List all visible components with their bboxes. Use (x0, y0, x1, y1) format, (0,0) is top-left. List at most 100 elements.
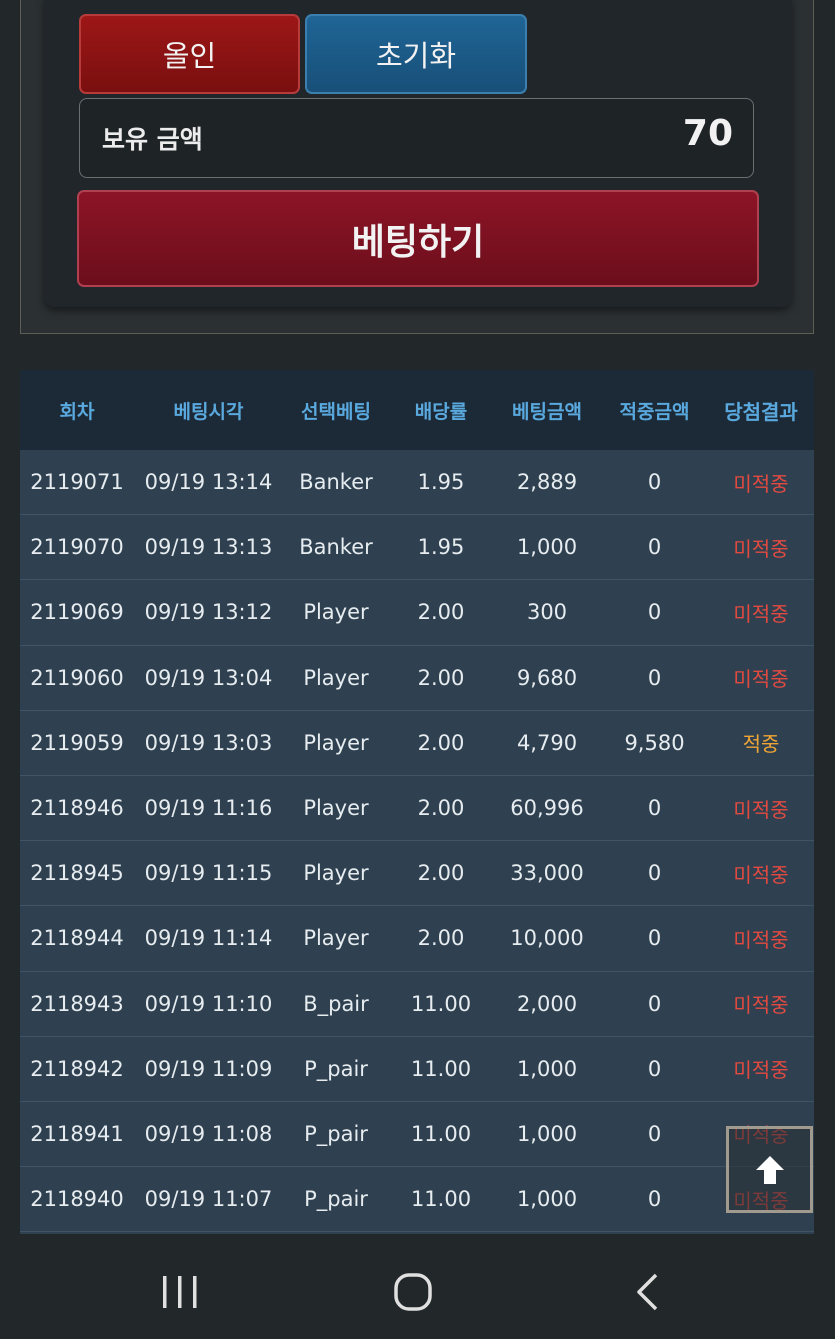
cell-result: 적중 (742, 732, 780, 757)
cell-selection: Player (303, 600, 369, 625)
cell-win-amount: 0 (647, 1187, 662, 1212)
reset-button[interactable]: 초기화 (305, 14, 527, 94)
cell-bet-amount: 33,000 (510, 861, 584, 886)
home-button[interactable] (383, 1262, 443, 1322)
cell-odds: 1.95 (417, 470, 465, 495)
scroll-to-top-button[interactable] (726, 1126, 813, 1213)
back-button[interactable] (618, 1262, 678, 1322)
cell-round: 2119069 (30, 600, 124, 625)
cell-bet-time: 09/19 11:09 (144, 1056, 273, 1081)
cell-selection: B_pair (303, 991, 369, 1016)
cell-round: 2118945 (30, 861, 124, 886)
cell-win-amount: 0 (647, 535, 662, 560)
cell-odds: 11.00 (410, 1121, 472, 1146)
header-bet-time: 베팅시각 (173, 400, 244, 423)
cell-odds: 2.00 (417, 926, 465, 951)
header-bet-amount: 베팅금액 (512, 400, 582, 423)
table-row: 2118945 09/19 11:15 Player 2.00 33,000 0 미적중 (20, 841, 814, 907)
cell-selection: Banker (299, 470, 373, 495)
cell-odds: 2.00 (417, 730, 465, 755)
cell-bet-time: 09/19 11:08 (144, 1121, 273, 1146)
cell-result: 미적중 (733, 1058, 789, 1083)
cell-result: 미적중 (733, 601, 789, 626)
cell-odds: 11.00 (410, 1187, 472, 1212)
cell-win-amount: 0 (647, 600, 662, 625)
table-row: 2119069 09/19 13:12 Player 2.00 300 0 미적중 (20, 580, 814, 646)
cell-win-amount: 0 (647, 665, 662, 690)
table-row: 2119060 09/19 13:04 Player 2.00 9,680 0 미적중 (20, 646, 814, 711)
betting-controls: 올인 초기화 보유 금액 70 베팅하기 (44, 0, 792, 307)
cell-bet-amount: 2,889 (516, 470, 578, 495)
cell-odds: 11.00 (410, 1056, 472, 1081)
header-odds: 배당률 (414, 400, 468, 423)
table-row: 2119070 09/19 13:13 Banker 1.95 1,000 0 미적중 (20, 515, 814, 581)
recent-apps-button[interactable] (150, 1262, 210, 1322)
cell-selection: Player (303, 796, 369, 821)
cell-round: 2118941 (30, 1121, 124, 1146)
cell-selection: Player (303, 926, 369, 951)
cell-bet-time: 09/19 13:14 (144, 470, 273, 495)
place-bet-button[interactable]: 베팅하기 (77, 190, 759, 287)
cell-result: 미적중 (733, 536, 789, 561)
cell-selection: P_pair (304, 1187, 368, 1212)
cell-round: 2118940 (30, 1187, 124, 1212)
cell-result: 미적중 (733, 471, 789, 496)
cell-selection: P_pair (304, 1121, 368, 1146)
cell-odds: 2.00 (417, 861, 465, 886)
cell-bet-amount: 1,000 (516, 1056, 578, 1081)
cell-bet-time: 09/19 13:12 (144, 600, 273, 625)
cell-odds: 11.00 (410, 991, 472, 1016)
cell-win-amount: 0 (647, 796, 662, 821)
header-selection: 선택베팅 (301, 400, 371, 423)
cell-win-amount: 0 (647, 1121, 662, 1146)
recent-apps-icon (163, 1276, 197, 1308)
cell-bet-amount: 10,000 (510, 926, 584, 951)
cell-bet-amount: 1,000 (516, 1187, 578, 1212)
balance-value: 70 (682, 113, 733, 154)
arrow-up-icon (755, 1155, 784, 1184)
cell-win-amount: 0 (647, 861, 662, 886)
cell-bet-time: 09/19 13:03 (144, 730, 273, 755)
cell-bet-time: 09/19 11:15 (144, 861, 273, 886)
cell-selection: Banker (299, 535, 373, 560)
cell-win-amount: 0 (647, 470, 662, 495)
cell-round: 2119060 (30, 665, 124, 690)
table-row: 2118942 09/19 11:09 P_pair 11.00 1,000 0 미적중 (20, 1037, 814, 1102)
all-in-button[interactable]: 올인 (79, 14, 300, 94)
header-win-amount: 적중금액 (619, 400, 690, 423)
table-row: 2118946 09/19 11:16 Player 2.00 60,996 0 미적중 (20, 776, 814, 842)
cell-result: 미적중 (733, 993, 789, 1018)
cell-bet-time: 09/19 11:14 (144, 926, 273, 951)
home-icon (394, 1273, 432, 1311)
table-row: 2119059 09/19 13:03 Player 2.00 4,790 9,580 적중 (20, 711, 814, 776)
back-icon (637, 1273, 658, 1311)
cell-bet-time: 09/19 13:13 (144, 535, 273, 560)
cell-bet-amount: 9,680 (516, 665, 578, 690)
cell-bet-amount: 2,000 (516, 991, 578, 1016)
cell-bet-time: 09/19 11:16 (144, 796, 273, 821)
cell-result: 미적중 (733, 667, 789, 692)
cell-bet-amount: 1,000 (516, 535, 578, 560)
cell-win-amount: 0 (647, 1056, 662, 1081)
cell-round: 2119070 (30, 535, 124, 560)
table-row: 211894109/19 11:08P_pair11.001,0000미적중 (20, 1102, 814, 1168)
header-round: 회차 (59, 400, 95, 423)
table-row: 211894009/19 11:07P_pair11.001,0000미적중 (20, 1167, 814, 1233)
balance-display: 보유 금액 70 (79, 98, 754, 178)
cell-win-amount: 0 (647, 926, 662, 951)
cell-round: 2119059 (30, 730, 124, 755)
cell-selection: Player (303, 665, 369, 690)
cell-odds: 2.00 (417, 600, 465, 625)
cell-bet-time: 09/19 13:04 (144, 665, 273, 690)
cell-odds: 2.00 (417, 665, 465, 690)
cell-selection: Player (303, 861, 369, 886)
cell-selection: Player (303, 730, 369, 755)
table-row: 2119071 09/19 13:14 Banker 1.95 2,889 0 미적중 (20, 450, 814, 516)
cell-selection: P_pair (304, 1056, 368, 1081)
table-row: 2118943 09/19 11:10 B_pair 11.00 2,000 0 미적중 (20, 972, 814, 1037)
cell-round: 2118946 (30, 796, 124, 821)
table-header: 회차 베팅시각 선택베팅 배당률 베팅금액 적중금액 당첨결과 (20, 370, 814, 450)
cell-bet-time: 09/19 11:10 (144, 991, 273, 1016)
cell-result: 미적중 (733, 862, 789, 887)
table-body: 2119071 09/19 13:14 Banker 1.95 2,889 0 미적중 211… (20, 450, 814, 1233)
